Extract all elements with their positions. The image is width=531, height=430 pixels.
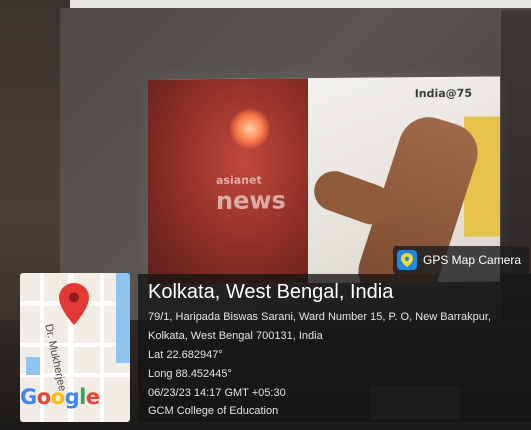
- address-line-1: 79/1, Haripada Biswas Sarani, Ward Numbe…: [148, 311, 491, 323]
- map-road: [20, 343, 130, 347]
- map-pin-icon: [397, 250, 417, 270]
- location-info-panel: Kolkata, West Bengal, India 79/1, Haripa…: [138, 274, 531, 422]
- location-pin-icon: [59, 283, 89, 325]
- datetime-text: 06/23/23 14:17 GMT +05:30: [148, 387, 286, 399]
- note-text: GCM College of Education: [148, 405, 279, 417]
- google-letter: o: [50, 385, 65, 409]
- map-road: [100, 273, 104, 422]
- google-letter: e: [85, 385, 100, 409]
- google-letter: l: [79, 385, 86, 409]
- channel-badge: India@75: [414, 86, 472, 101]
- google-letter: g: [64, 385, 80, 409]
- google-letter: o: [36, 385, 51, 409]
- address-line-2: Kolkata, West Bengal 700131, India: [148, 330, 323, 342]
- location-title: Kolkata, West Bengal, India: [148, 281, 394, 303]
- google-logo: Google: [20, 385, 100, 409]
- map-water: [116, 273, 130, 363]
- map-thumbnail: Dr. Mukherjee Google: [20, 273, 130, 422]
- gps-map-camera-tag: GPS Map Camera: [393, 246, 530, 274]
- light-glare: [230, 108, 270, 149]
- channel-logo-line2: news: [216, 186, 286, 215]
- google-letter: G: [20, 385, 37, 409]
- latitude-text: Lat 22.682947°: [148, 349, 223, 361]
- gps-tag-label: GPS Map Camera: [423, 253, 522, 267]
- longitude-text: Long 88.452445°: [148, 368, 232, 380]
- channel-logo: asianet news: [216, 170, 286, 215]
- map-street-label: Dr. Mukherjee: [42, 323, 69, 393]
- map-water: [26, 357, 40, 375]
